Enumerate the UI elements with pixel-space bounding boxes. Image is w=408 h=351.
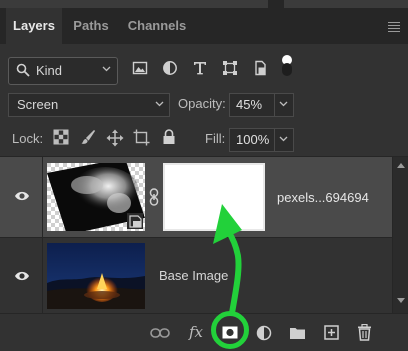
layer-name[interactable]: pexels...694694 xyxy=(277,190,369,205)
filter-row: Kind xyxy=(0,54,408,86)
layer-thumbnail[interactable] xyxy=(47,163,145,231)
shape-filter-icon[interactable] xyxy=(222,60,238,76)
lock-label: Lock: xyxy=(12,131,44,146)
blend-mode-dropdown[interactable]: Screen xyxy=(8,93,170,117)
layer-style-icon[interactable]: fx xyxy=(189,323,203,341)
blend-mode-value: Screen xyxy=(17,97,59,112)
layer-row-base-image[interactable]: Base Image xyxy=(0,237,392,314)
add-layer-mask-icon[interactable] xyxy=(222,326,238,339)
opacity-label: Opacity: xyxy=(178,96,226,111)
lock-row: Lock: Fill: 100% xyxy=(0,127,408,152)
scroll-down-icon[interactable] xyxy=(397,298,405,303)
kind-label: Kind xyxy=(36,63,63,78)
chevron-down-icon xyxy=(102,66,111,72)
fill-label: Fill: xyxy=(205,131,226,146)
tab-layers[interactable]: Layers xyxy=(6,8,62,44)
opacity-slider-toggle[interactable] xyxy=(274,93,294,117)
lock-transparent-pixels-icon[interactable] xyxy=(53,129,69,145)
chevron-down-icon xyxy=(155,101,164,107)
opacity-input[interactable]: 45% xyxy=(229,93,275,117)
type-filter-icon[interactable] xyxy=(192,60,208,76)
adjustment-filter-icon[interactable] xyxy=(162,60,178,76)
layer-mask-thumbnail[interactable] xyxy=(163,163,265,231)
filter-toggle-icon[interactable] xyxy=(281,54,293,78)
eye-icon[interactable] xyxy=(14,190,30,202)
link-mask-icon[interactable] xyxy=(148,188,160,206)
chevron-down-icon xyxy=(279,136,288,142)
kind-filter-dropdown[interactable]: Kind xyxy=(8,57,118,85)
panel-top-strip xyxy=(0,0,408,8)
layers-bottom-toolbar: fx xyxy=(0,313,408,351)
fill-slider-toggle[interactable] xyxy=(274,128,294,152)
tab-paths[interactable]: Paths xyxy=(66,8,116,44)
layers-panel: Layers Paths Channels Kind Screen Opacit… xyxy=(0,0,408,351)
layers-scrollbar[interactable] xyxy=(392,157,408,313)
scroll-up-icon[interactable] xyxy=(397,163,405,168)
delete-layer-icon[interactable] xyxy=(357,324,372,341)
image-filter-icon[interactable] xyxy=(132,60,148,76)
adjustment-layer-icon[interactable] xyxy=(256,325,272,341)
eye-icon[interactable] xyxy=(14,270,30,282)
tab-bar: Layers Paths Channels xyxy=(0,8,408,44)
fill-value: 100% xyxy=(236,132,270,147)
new-layer-icon[interactable] xyxy=(324,325,339,340)
lock-all-icon[interactable] xyxy=(162,129,176,145)
link-layers-icon[interactable] xyxy=(150,328,170,338)
new-group-icon[interactable] xyxy=(289,326,306,340)
smart-object-filter-icon[interactable] xyxy=(252,60,268,76)
search-icon xyxy=(16,63,30,77)
tab-channels[interactable]: Channels xyxy=(122,8,192,44)
opacity-value: 45% xyxy=(236,97,263,112)
blend-row: Screen Opacity: 45% xyxy=(0,93,408,117)
layers-list: pexels...694694 Base Image xyxy=(0,157,392,314)
lock-artboard-icon[interactable] xyxy=(133,129,150,146)
layer-name[interactable]: Base Image xyxy=(159,268,228,283)
chevron-down-icon xyxy=(279,101,288,107)
fill-input[interactable]: 100% xyxy=(229,128,275,152)
lock-position-icon[interactable] xyxy=(106,129,124,147)
panel-menu-icon[interactable] xyxy=(388,22,400,34)
layer-row-pexels[interactable]: pexels...694694 xyxy=(0,157,392,237)
lock-image-pixels-icon[interactable] xyxy=(80,129,96,145)
layer-thumbnail[interactable] xyxy=(47,243,145,309)
